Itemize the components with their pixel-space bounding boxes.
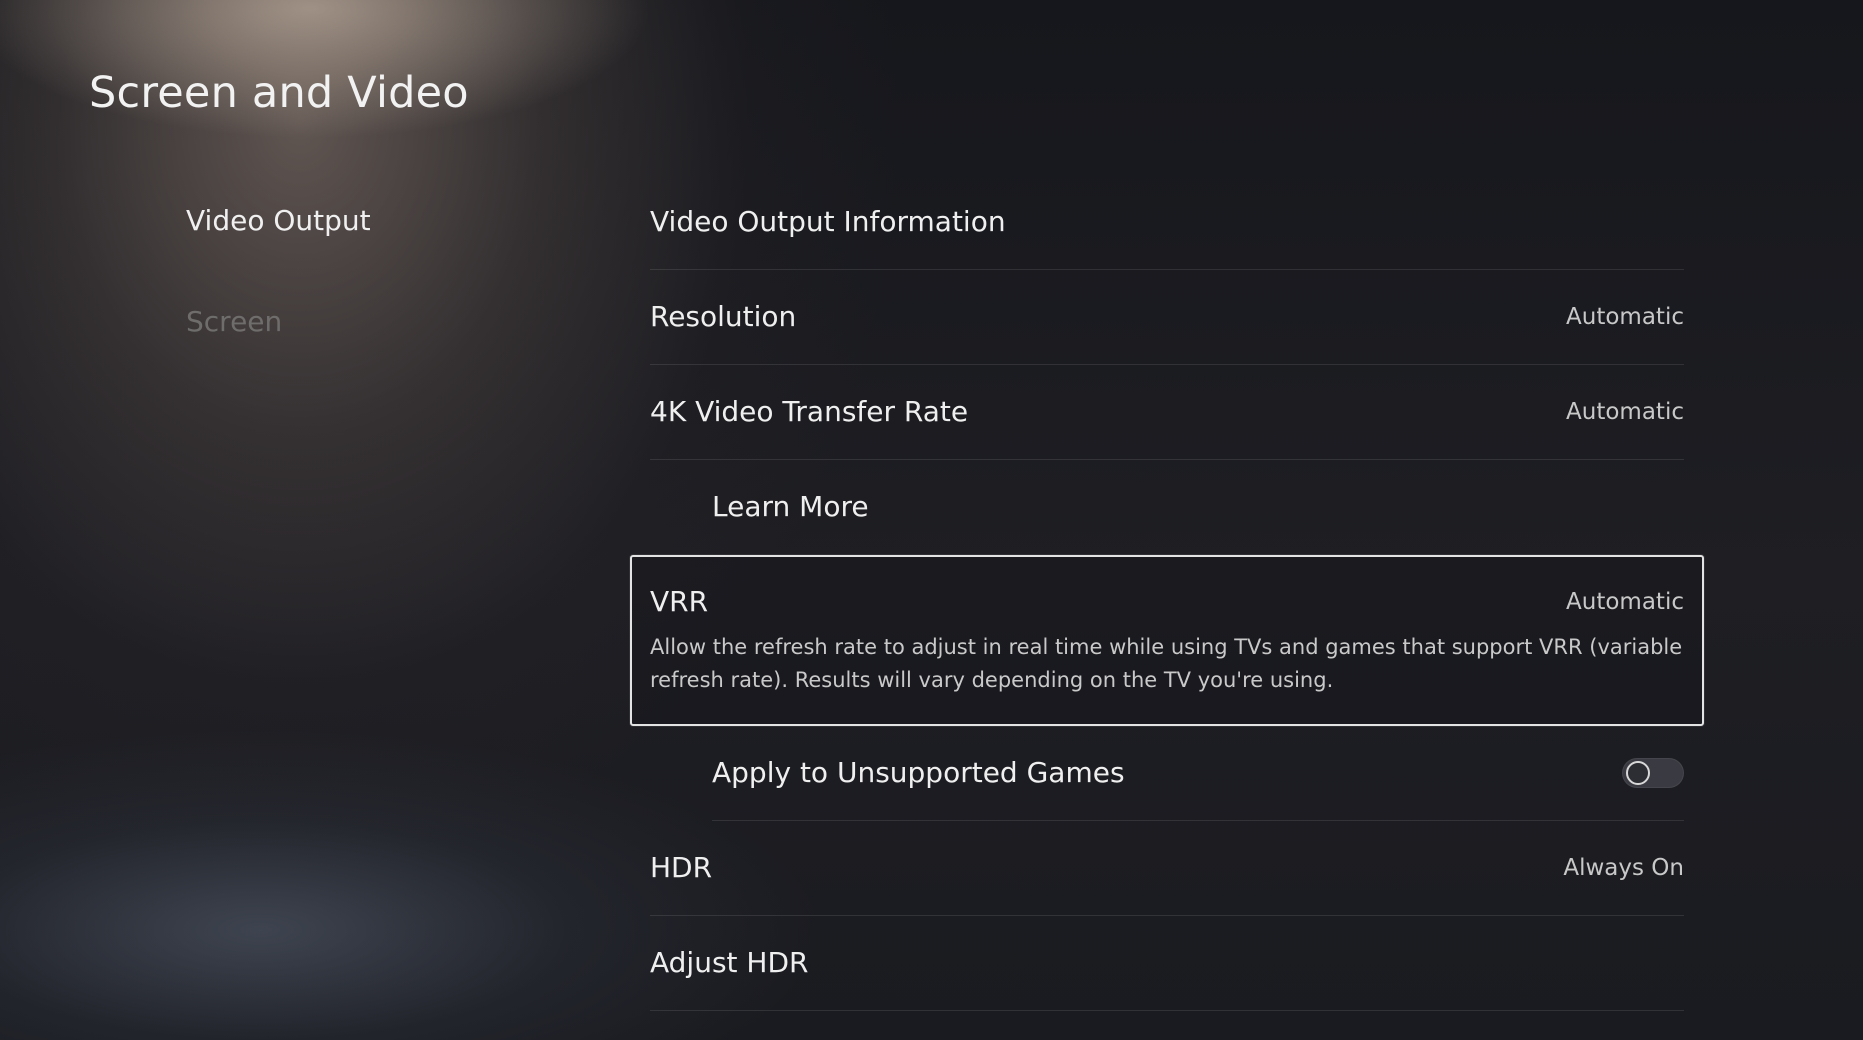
learn-more-row[interactable]: Learn More	[650, 460, 1684, 555]
sidebar-nav: Video Output Screen	[186, 200, 586, 402]
transfer-rate-row[interactable]: 4K Video Transfer Rate Automatic	[650, 365, 1684, 460]
vrr-row[interactable]: VRR Automatic Allow the refresh rate to …	[630, 555, 1704, 726]
sidebar-item-screen[interactable]: Screen	[186, 301, 586, 402]
learn-more-label: Learn More	[712, 490, 869, 523]
transfer-rate-value: Automatic	[1566, 399, 1684, 425]
resolution-row[interactable]: Resolution Automatic	[650, 270, 1684, 365]
video-output-information-row[interactable]: Video Output Information	[650, 175, 1684, 270]
apply-unsupported-games-label: Apply to Unsupported Games	[712, 756, 1125, 789]
adjust-hdr-row[interactable]: Adjust HDR	[650, 916, 1684, 1011]
hdr-value: Always On	[1563, 855, 1684, 881]
vrr-value: Automatic	[1566, 589, 1684, 615]
settings-list: Video Output Information Resolution Auto…	[630, 175, 1704, 1011]
hdr-row[interactable]: HDR Always On	[650, 821, 1684, 916]
vrr-label: VRR	[650, 585, 709, 618]
apply-unsupported-games-row[interactable]: Apply to Unsupported Games	[650, 726, 1684, 821]
adjust-hdr-label: Adjust HDR	[650, 946, 809, 979]
toggle-knob	[1626, 761, 1650, 785]
video-output-information-label: Video Output Information	[650, 205, 1006, 238]
hdr-label: HDR	[650, 851, 713, 884]
resolution-label: Resolution	[650, 300, 797, 333]
vrr-description: Allow the refresh rate to adjust in real…	[650, 635, 1683, 692]
page-title: Screen and Video	[89, 68, 469, 118]
transfer-rate-label: 4K Video Transfer Rate	[650, 395, 969, 428]
resolution-value: Automatic	[1566, 304, 1684, 330]
apply-unsupported-games-toggle[interactable]	[1622, 758, 1684, 788]
sidebar-item-video-output[interactable]: Video Output	[186, 200, 586, 301]
